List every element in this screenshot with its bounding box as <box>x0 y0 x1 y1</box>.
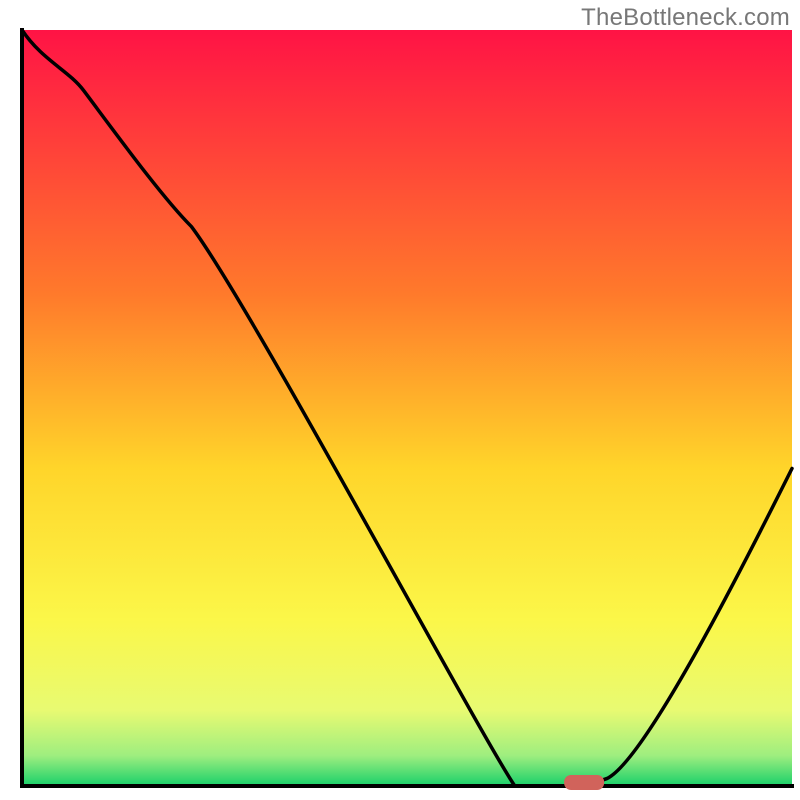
optimal-marker <box>564 775 604 790</box>
bottleneck-chart <box>0 0 800 800</box>
attribution-label: TheBottleneck.com <box>581 4 790 32</box>
plot-background <box>22 30 792 786</box>
chart-container: TheBottleneck.com <box>0 0 800 800</box>
